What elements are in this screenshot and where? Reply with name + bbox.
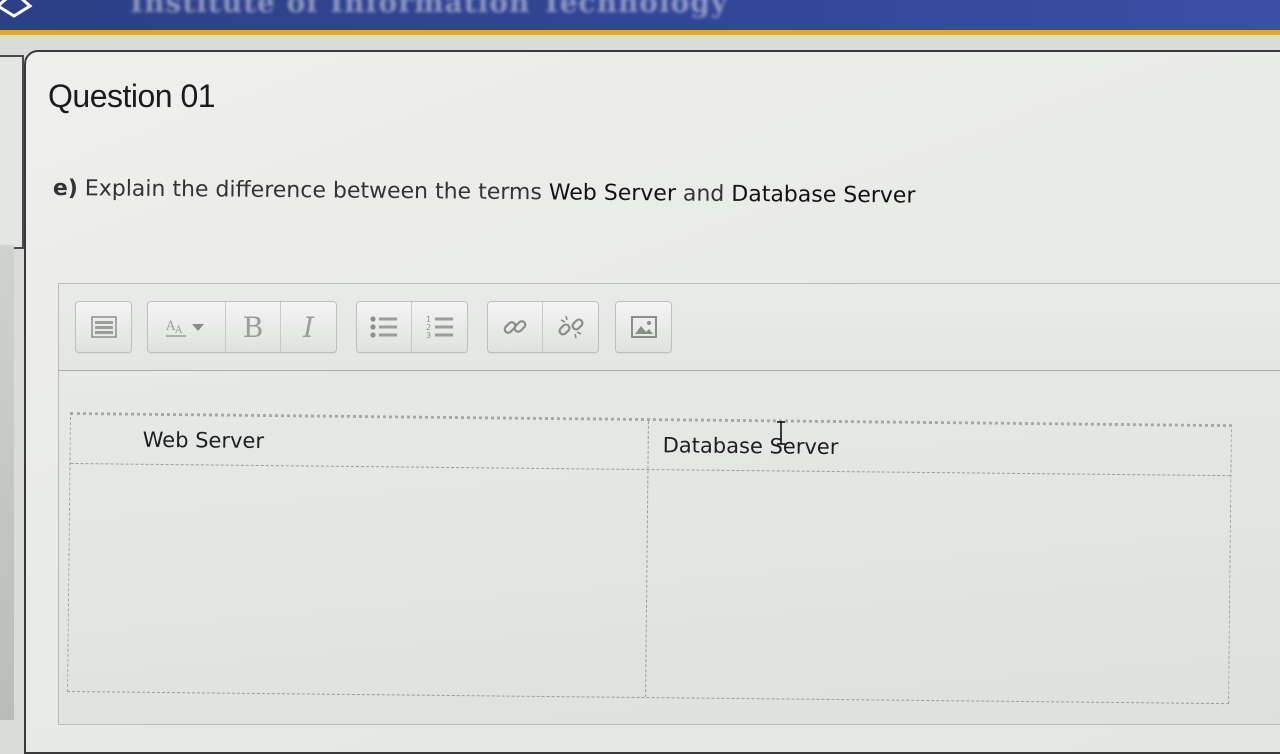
italic-button[interactable]: I (281, 302, 336, 352)
image-icon (630, 316, 657, 338)
answer-editor: A A B I 1 2 3 Web Server Database Server (58, 283, 1280, 725)
svg-text:A: A (174, 325, 183, 336)
insert-image-button[interactable] (616, 302, 671, 352)
svg-text:3: 3 (426, 331, 431, 340)
question-term-web-server: Web Server (548, 180, 677, 207)
column-divider (645, 421, 649, 698)
bullet-list-button[interactable] (357, 302, 412, 352)
side-navigation-panel[interactable] (0, 55, 24, 249)
question-title: Question 01 (48, 78, 216, 114)
table-header-web-server[interactable]: Web Server (143, 428, 265, 453)
toolbar-group-toggle (75, 301, 132, 353)
editor-toolbar: A A B I 1 2 3 (59, 284, 1280, 371)
question-term-database-server: Database Server (731, 181, 916, 209)
numbered-list-button[interactable]: 1 2 3 (412, 302, 467, 352)
font-size-button[interactable]: A A (148, 302, 226, 352)
bold-button[interactable]: B (226, 302, 281, 352)
toolbar-toggle-icon (90, 316, 117, 338)
logo-icon (0, 0, 33, 18)
question-part-label: e) (52, 176, 78, 202)
unlink-icon (557, 315, 584, 339)
question-text-middle: and (675, 181, 732, 207)
numbered-list-icon: 1 2 3 (426, 315, 453, 340)
header-row-divider (70, 463, 1231, 477)
table-header-database-server[interactable]: Database Server (663, 433, 839, 459)
site-banner-title: Institute of Information Technology (130, 0, 729, 19)
bullet-list-icon (370, 316, 397, 338)
toolbar-group-format: A A B I (147, 301, 337, 353)
question-text-start: Explain the difference between the terms (77, 176, 549, 206)
answer-table[interactable]: Web Server Database Server (67, 412, 1232, 705)
side-rail (0, 245, 14, 720)
font-size-icon: A A (165, 319, 204, 337)
insert-link-button[interactable] (488, 302, 543, 352)
toolbar-group-media (615, 301, 672, 353)
toolbar-group-links (487, 301, 599, 353)
unlink-button[interactable] (543, 302, 598, 352)
site-header: Institute of Information Technology (0, 0, 1280, 35)
link-icon (503, 320, 527, 334)
text-cursor-icon (777, 421, 785, 445)
toolbar-group-lists: 1 2 3 (356, 301, 468, 353)
toolbar-toggle-button[interactable] (76, 302, 131, 352)
